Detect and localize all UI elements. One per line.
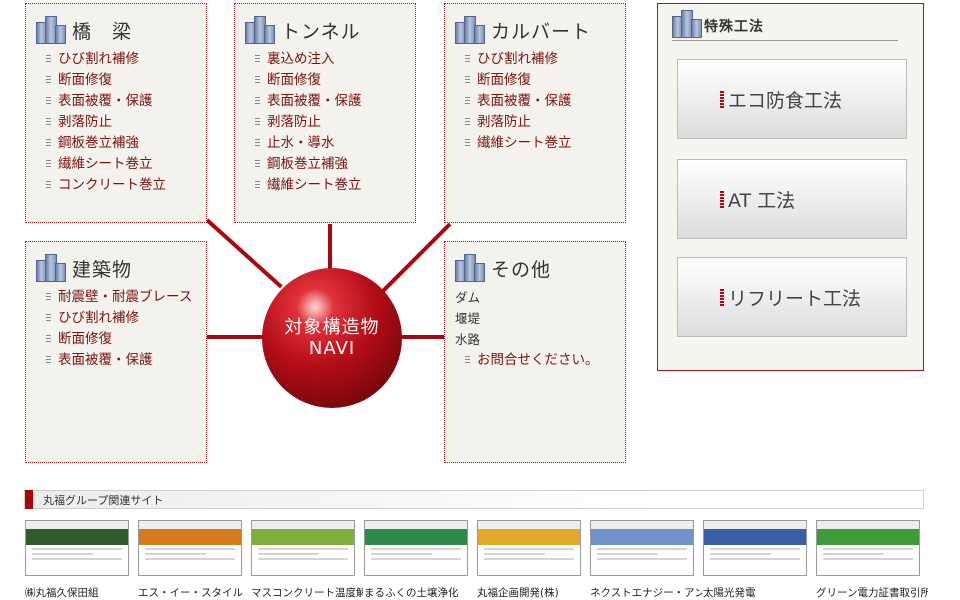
site-link-label[interactable]: エス・イー・スタイル [138,585,250,600]
building-icon [455,16,485,44]
at-method-button[interactable]: AT 工法 [677,159,907,239]
category-title: カルバート [491,20,592,43]
list-link[interactable]: 断面修復 [465,70,572,91]
category-box-bridge: 橋 梁 ひび割れ補修 断面修復 表面被覆・保護 剥落防止 鋼板巻立補強 繊維シー… [25,3,207,223]
category-header: その他 [455,254,551,282]
list-text: 堰堤 [455,311,481,326]
list-link[interactable]: 表面被覆・保護 [46,91,166,112]
category-header: トンネル [245,16,361,44]
list-link[interactable]: 表面被覆・保護 [465,91,572,112]
site-thumbnail[interactable] [703,520,807,576]
category-title: 橋 梁 [72,20,133,43]
category-title: 建築物 [72,258,133,281]
list-link[interactable]: 止水・導水 [255,133,362,154]
site-thumbnail[interactable] [364,520,468,576]
special-methods-panel: 特殊工法 エコ防食工法 AT 工法 リフリート工法 [657,3,924,371]
button-label: エコ防食工法 [728,89,843,112]
site-link-label[interactable]: 丸福企画開発(株) [477,585,589,600]
category-header: カルバート [455,16,591,44]
category-header: 橋 梁 [36,16,132,44]
building-icon [36,254,66,282]
connector-line [395,335,445,339]
link-list: ダム 堰堤 水路 お問合せください。 [455,287,599,371]
list-link[interactable]: 断面修復 [46,70,166,91]
building-icon [245,16,275,44]
site-thumbnail[interactable] [816,520,920,576]
list-link[interactable]: ひび割れ補修 [46,49,166,70]
category-header: 建築物 [36,254,132,282]
site-thumbnail[interactable] [25,520,129,576]
hub-subtitle: NAVI [308,338,356,359]
list-link[interactable]: 鋼板巻立補強 [255,154,362,175]
accent-bar [25,490,33,509]
category-title: トンネル [281,20,361,43]
link-list: 耐震壁・耐震ブレース ひび割れ補修 断面修復 表面被覆・保護 [46,287,192,371]
category-title: その他 [491,258,552,281]
connector-line [207,335,267,339]
list-link[interactable]: 繊維シート巻立 [255,175,362,196]
site-link-label[interactable]: まるふくの土壌浄化 [364,585,476,600]
hub-title: 対象構造物 [284,317,380,338]
list-link[interactable]: 裏込め注入 [255,49,362,70]
connector-line [328,224,332,274]
list-link[interactable]: 繊維シート巻立 [46,154,166,175]
link-list: ひび割れ補修 断面修復 表面被覆・保護 剥落防止 鋼板巻立補強 繊維シート巻立 … [46,49,166,196]
list-link[interactable]: 耐震壁・耐震ブレース [46,287,192,308]
category-box-tunnel: トンネル 裏込め注入 断面修復 表面被覆・保護 剥落防止 止水・導水 鋼板巻立補… [234,3,416,223]
button-label: リフリート工法 [728,287,862,310]
category-box-culvert: カルバート ひび割れ補修 断面修復 表面被覆・保護 剥落防止 繊維シート巻立 [444,3,626,223]
list-text: ダム [455,290,481,305]
list-link[interactable]: 断面修復 [255,70,362,91]
building-icon [672,10,702,38]
marker-icon [720,90,724,108]
contact-link[interactable]: お問合せください。 [465,350,599,371]
site-link-label[interactable]: グリーン電力証書取引所 [816,585,928,600]
list-link[interactable]: 表面被覆・保護 [46,350,192,371]
section-title: 丸福グループ関連サイト [43,493,164,507]
list-link[interactable]: 表面被覆・保護 [255,91,362,112]
site-link-label[interactable]: マスコンクリート温度解析 [251,585,363,600]
building-icon [455,254,485,282]
link-list: ひび割れ補修 断面修復 表面被覆・保護 剥落防止 繊維シート巻立 [465,49,572,154]
list-link[interactable]: 断面修復 [46,329,192,350]
list-link[interactable]: ひび割れ補修 [46,308,192,329]
refreat-method-button[interactable]: リフリート工法 [677,257,907,337]
list-link[interactable]: 剥落防止 [255,112,362,133]
category-box-building: 建築物 耐震壁・耐震ブレース ひび割れ補修 断面修復 表面被覆・保護 [25,241,207,463]
site-thumbnail[interactable] [590,520,694,576]
group-sites-header: 丸福グループ関連サイト [24,490,924,509]
site-link-label[interactable]: 太陽光発電 [703,585,815,600]
building-icon [36,16,66,44]
list-text: 水路 [455,332,481,347]
list-link[interactable]: 鋼板巻立補強 [46,133,166,154]
marker-icon [720,288,724,306]
marker-icon [720,190,724,208]
list-link[interactable]: コンクリート巻立 [46,175,166,196]
panel-title: 特殊工法 [704,19,764,35]
site-link-label[interactable]: ㈱丸福久保田組 [25,585,137,600]
list-link[interactable]: ひび割れ補修 [465,49,572,70]
list-link[interactable]: 繊維シート巻立 [465,133,572,154]
eco-method-button[interactable]: エコ防食工法 [677,59,907,139]
panel-header: 特殊工法 [672,10,898,41]
site-thumbnail[interactable] [251,520,355,576]
navi-hub: 対象構造物 NAVI [262,268,402,408]
site-thumbnail[interactable] [138,520,242,576]
site-thumbnail[interactable] [477,520,581,576]
connector-line [377,222,452,297]
connector-line [205,218,283,289]
list-link[interactable]: 剥落防止 [46,112,166,133]
site-link-label[interactable]: ネクストエナジー・アンド・ [590,585,702,600]
category-box-other: その他 ダム 堰堤 水路 お問合せください。 [444,241,626,463]
link-list: 裏込め注入 断面修復 表面被覆・保護 剥落防止 止水・導水 鋼板巻立補強 繊維シ… [255,49,362,196]
list-link[interactable]: 剥落防止 [465,112,572,133]
button-label: AT 工法 [728,189,796,212]
